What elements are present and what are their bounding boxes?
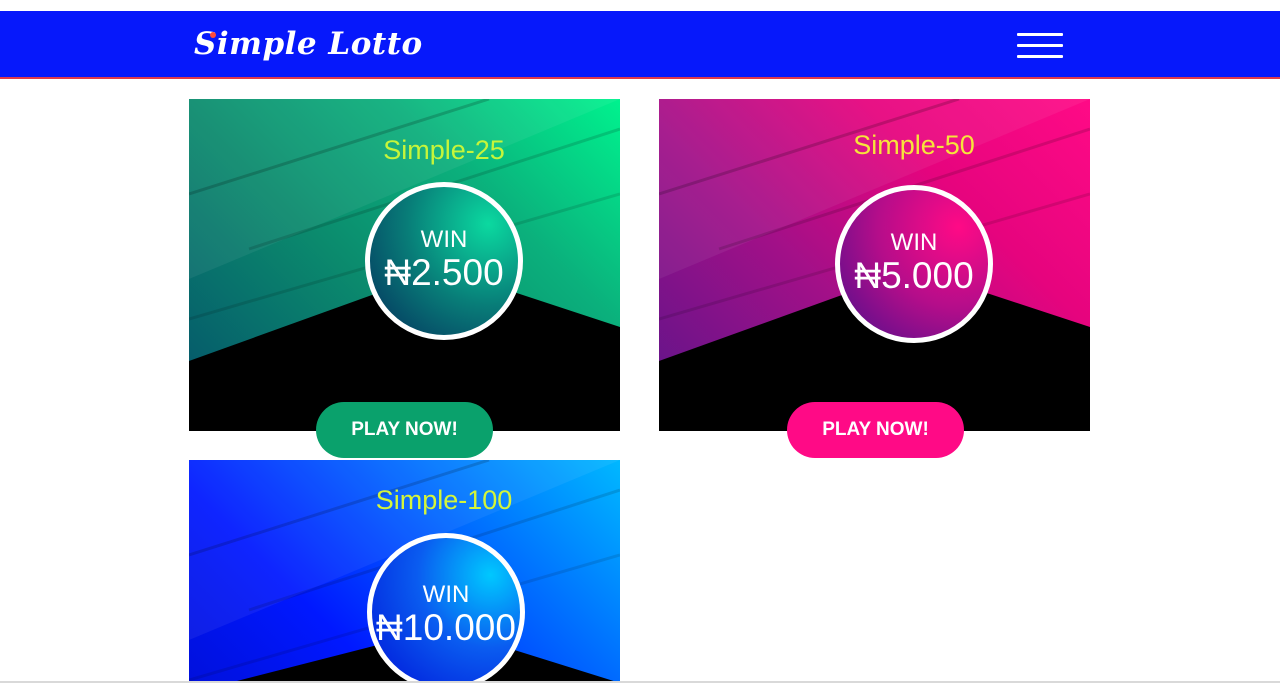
- game-card-simple-25[interactable]: Simple-25 WIN ₦2.500: [189, 99, 620, 431]
- game-card-simple-100[interactable]: Simple-100 WIN ₦10.000: [189, 460, 620, 683]
- play-now-button[interactable]: PLAY NOW!: [316, 402, 493, 458]
- game-title: Simple-50: [853, 130, 975, 160]
- prize-circle: WIN ₦10.000: [367, 533, 525, 683]
- site-logo[interactable]: Simple Lotto: [194, 21, 423, 67]
- prize-amount: ₦2.500: [384, 252, 504, 293]
- prize-amount: ₦10.000: [376, 607, 516, 648]
- game-title: Simple-25: [383, 135, 505, 165]
- win-label: WIN: [420, 226, 468, 253]
- game-title: Simple-100: [375, 485, 513, 515]
- prize-amount: ₦5.000: [854, 255, 974, 296]
- site-header: Simple Lotto: [0, 11, 1280, 79]
- game-card-simple-50[interactable]: Simple-50 WIN ₦5.000: [659, 99, 1090, 431]
- browser-top-strip: [0, 0, 1280, 11]
- hamburger-menu-icon[interactable]: [1016, 31, 1064, 63]
- play-now-button[interactable]: PLAY NOW!: [787, 402, 964, 458]
- prize-circle: WIN ₦2.500: [365, 182, 523, 340]
- win-label: WIN: [422, 581, 470, 608]
- prize-circle: WIN ₦5.000: [835, 185, 993, 343]
- logo-accent-dot: [210, 32, 216, 38]
- win-label: WIN: [890, 229, 938, 256]
